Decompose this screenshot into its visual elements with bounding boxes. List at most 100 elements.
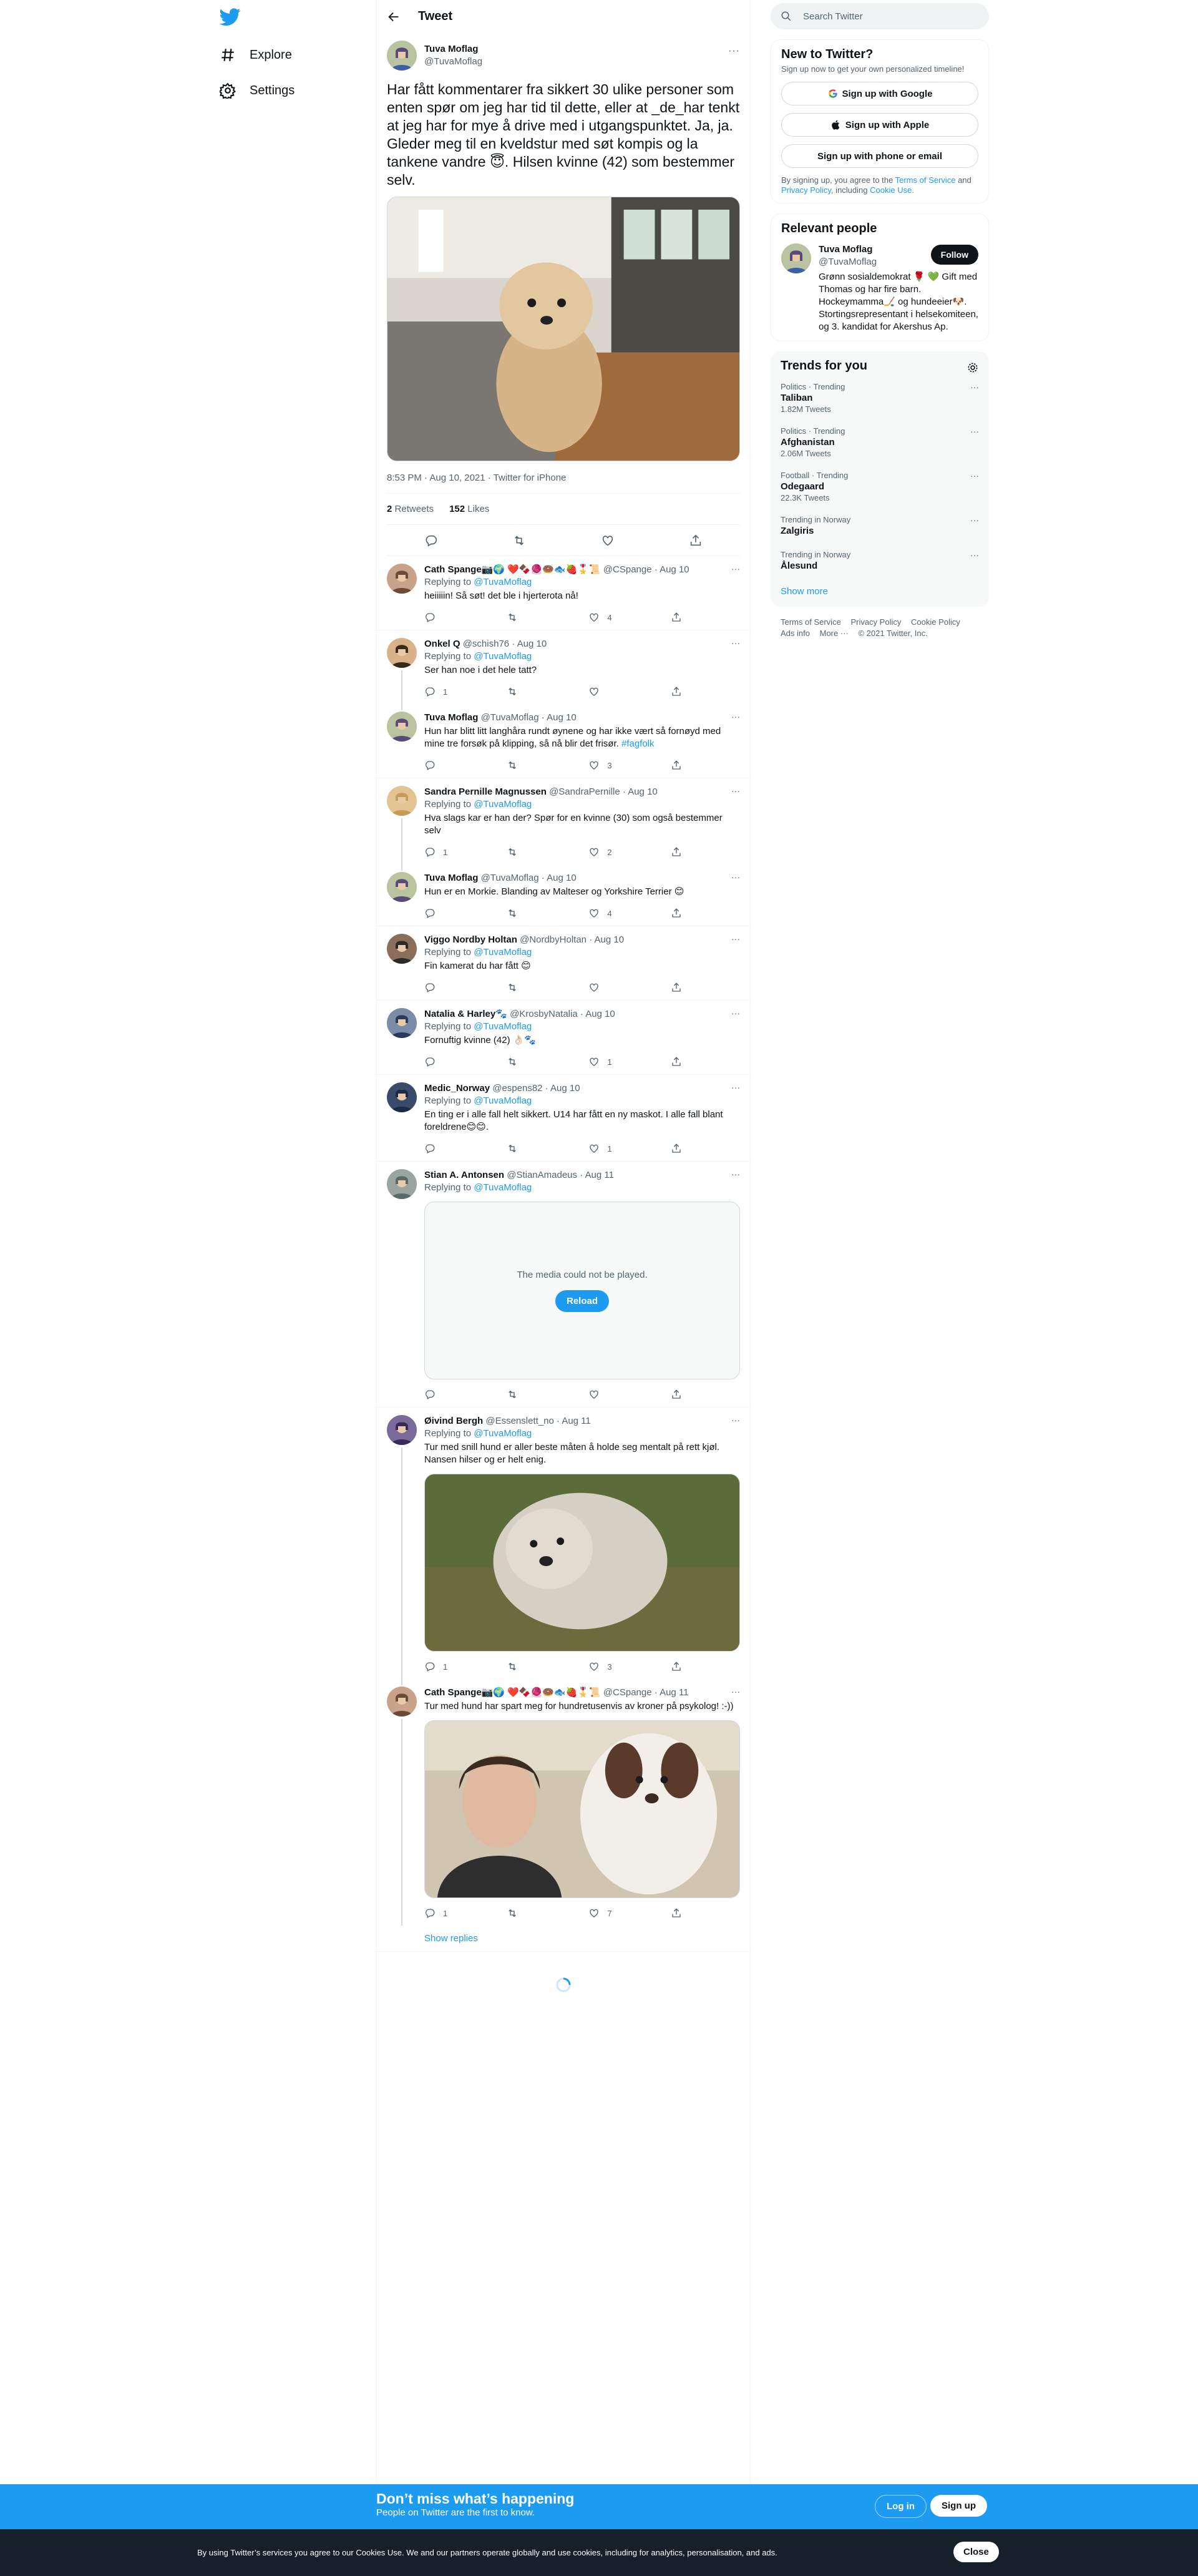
retweet-button[interactable] — [507, 846, 563, 858]
retweet-button[interactable] — [507, 982, 563, 993]
more-icon[interactable]: ··· — [731, 786, 740, 796]
share-button[interactable] — [671, 982, 689, 993]
more-icon[interactable]: ··· — [731, 1415, 740, 1425]
reply-date[interactable]: · Aug 10 — [655, 564, 689, 575]
avatar[interactable] — [387, 638, 417, 668]
reply-date[interactable]: · Aug 11 — [580, 1170, 614, 1180]
share-button[interactable] — [671, 686, 689, 697]
search-input[interactable]: Search Twitter — [771, 3, 989, 29]
retweet-button[interactable] — [507, 686, 563, 697]
reply-button[interactable] — [424, 612, 480, 623]
tweet-photo[interactable] — [387, 197, 740, 461]
reply-author-handle[interactable]: @Essenslett_no — [485, 1416, 553, 1426]
reply-author-name[interactable]: Cath Spange📷🌍 ❤️🍫🧶🍩🐟🍓🎖️📜 — [424, 1687, 601, 1698]
trend-item[interactable]: Politics · Trending Taliban 1.82M Tweets ··… — [781, 376, 979, 420]
retweet-button[interactable] — [507, 1056, 563, 1067]
footer-more-link[interactable]: More ··· — [820, 629, 849, 638]
reply-author-handle[interactable]: @CSpange — [603, 1687, 652, 1698]
reply-date[interactable]: · Aug 10 — [580, 1009, 615, 1019]
avatar[interactable] — [781, 243, 811, 273]
signup-button[interactable]: Sign up — [930, 2495, 987, 2517]
phone-signup-button[interactable]: Sign up with phone or email — [781, 144, 978, 168]
replying-to-link[interactable]: @TuvaMoflag — [474, 947, 532, 957]
avatar[interactable] — [387, 786, 417, 816]
retweet-button[interactable] — [507, 1908, 563, 1919]
share-button[interactable] — [671, 1389, 689, 1400]
more-icon[interactable]: ··· — [970, 426, 979, 436]
reply-button[interactable] — [424, 1389, 480, 1400]
avatar[interactable] — [387, 1082, 417, 1112]
footer-tos-link[interactable]: Terms of Service — [781, 617, 841, 627]
like-button[interactable] — [588, 1389, 645, 1400]
nav-explore[interactable]: Explore — [220, 39, 292, 71]
replying-to-link[interactable]: @TuvaMoflag — [474, 1095, 532, 1106]
retweet-icon[interactable] — [512, 534, 526, 547]
reply-tweet[interactable]: ··· Onkel Q @schish76 · Aug 10 Replying to… — [377, 630, 750, 704]
more-icon[interactable]: ··· — [731, 564, 740, 574]
cookie-use-link[interactable]: Cookie Use. — [870, 185, 914, 195]
more-icon[interactable]: ··· — [731, 1169, 740, 1179]
avatar[interactable] — [387, 1687, 417, 1717]
share-button[interactable] — [671, 846, 689, 858]
trend-item[interactable]: Football · Trending Odegaard 22.3K Tweets ·… — [781, 464, 979, 509]
reply-button[interactable] — [424, 760, 480, 771]
avatar[interactable] — [387, 712, 417, 742]
more-icon[interactable]: ··· — [731, 1008, 740, 1018]
reply-tweet[interactable]: ··· Natalia & Harley🐾 @KrosbyNatalia · Au… — [377, 1001, 750, 1075]
show-more-link[interactable]: Show more — [781, 579, 979, 599]
retweet-button[interactable] — [507, 1389, 563, 1400]
reply-author-name[interactable]: Onkel Q — [424, 639, 460, 649]
avatar[interactable] — [387, 1008, 417, 1038]
reply-author-name[interactable]: Sandra Pernille Magnussen — [424, 786, 547, 797]
like-button[interactable]: 1 — [588, 1143, 645, 1154]
reply-author-handle[interactable]: @SandraPernille — [549, 786, 620, 797]
reply-tweet[interactable]: ··· Sandra Pernille Magnussen @SandraPern… — [377, 778, 750, 864]
reply-author-name[interactable]: Tuva Moflag — [424, 873, 478, 883]
footer-cookie-link[interactable]: Cookie Policy — [911, 617, 960, 627]
more-icon[interactable]: ··· — [731, 872, 740, 882]
replying-to-link[interactable]: @TuvaMoflag — [474, 1182, 532, 1193]
more-icon[interactable]: ··· — [970, 550, 979, 560]
reply-photo[interactable] — [424, 1474, 740, 1652]
more-icon[interactable]: ··· — [731, 1082, 740, 1092]
like-button[interactable]: 7 — [588, 1908, 645, 1919]
reply-tweet[interactable]: ··· Medic_Norway @espens82 · Aug 10 Replyi… — [377, 1075, 750, 1162]
share-button[interactable] — [671, 612, 689, 623]
reply-author-handle[interactable]: @schish76 — [463, 639, 509, 649]
more-icon[interactable]: ··· — [728, 46, 740, 57]
reply-tweet[interactable]: ··· Cath Spange📷🌍 ❤️🍫🧶🍩🐟🍓🎖️📜 @CSpange · A… — [377, 556, 750, 630]
reply-date[interactable]: · Aug 10 — [545, 1083, 580, 1094]
reply-author-name[interactable]: Tuva Moflag — [424, 712, 478, 723]
reply-author-name[interactable]: Stian A. Antonsen — [424, 1170, 504, 1180]
like-count-link[interactable]: 152 Likes — [449, 504, 489, 514]
reply-button[interactable]: 1 — [424, 1908, 480, 1919]
like-button[interactable]: 4 — [588, 612, 645, 623]
cookie-close-button[interactable]: Close — [953, 2542, 999, 2562]
more-icon[interactable]: ··· — [970, 515, 979, 525]
reply-tweet[interactable]: ··· Cath Spange📷🌍 ❤️🍫🧶🍩🐟🍓🎖️📜 @CSpange · A… — [377, 1679, 750, 1926]
reload-button[interactable]: Reload — [555, 1290, 609, 1312]
reply-tweet[interactable]: ··· Øivind Bergh @Essenslett_no · Aug 11 R… — [377, 1408, 750, 1679]
reply-date[interactable]: · Aug 10 — [512, 639, 547, 649]
more-icon[interactable]: ··· — [970, 471, 979, 481]
reply-tweet[interactable]: ··· Stian A. Antonsen @StianAmadeus · Aug… — [377, 1162, 750, 1408]
like-button[interactable] — [588, 982, 645, 993]
reply-author-name[interactable]: Viggo Nordby Holtan — [424, 934, 517, 945]
back-arrow-icon[interactable] — [387, 10, 401, 24]
avatar[interactable] — [387, 1169, 417, 1199]
retweet-button[interactable] — [507, 1143, 563, 1154]
reply-date[interactable]: · Aug 10 — [542, 873, 577, 883]
reply-author-handle[interactable]: @CSpange — [603, 564, 652, 575]
reply-button[interactable]: 1 — [424, 1661, 480, 1672]
avatar[interactable] — [387, 872, 417, 902]
like-button[interactable]: 3 — [588, 1661, 645, 1672]
reply-author-handle[interactable]: @StianAmadeus — [507, 1170, 577, 1180]
reply-photo[interactable] — [424, 1720, 740, 1898]
avatar[interactable] — [387, 41, 417, 71]
more-icon[interactable]: ··· — [731, 712, 740, 722]
hashtag-link[interactable]: #fagfolk — [621, 738, 655, 749]
reply-button[interactable] — [424, 1143, 480, 1154]
avatar[interactable] — [387, 564, 417, 594]
avatar[interactable] — [387, 934, 417, 964]
retweet-count-link[interactable]: 2 Retweets — [387, 504, 434, 514]
